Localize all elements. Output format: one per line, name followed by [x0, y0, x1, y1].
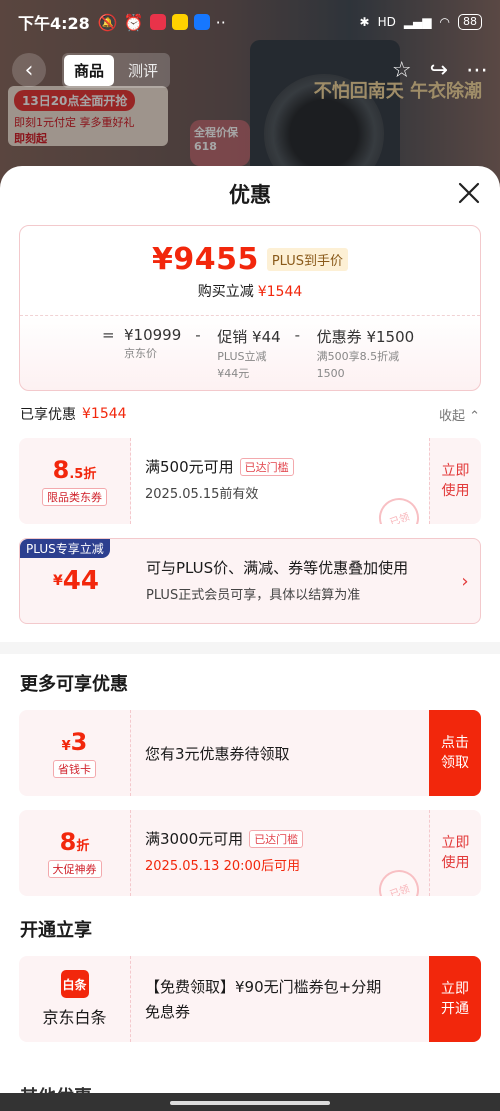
plus-reduction-card[interactable]: PLUS专享立减 ¥44 可与PLUS价、满减、券等优惠叠加使用 PLUS正式会… [19, 538, 481, 624]
chevron-up-icon: ⌃ [469, 408, 480, 424]
status-bar: 下午4:28 🔕 ⏰ ·· ✱ HD ▂▄▆ ◠ 88 [0, 0, 500, 44]
coupon-promo-8: 8折 大促神券 满3000元可用 已达门槛 2025.05.13 20:00后可用… [19, 810, 481, 896]
status-time: 下午4:28 [18, 14, 90, 33]
battery-indicator: 88 [458, 14, 482, 30]
app-icon-blue [193, 14, 210, 30]
price-summary-card: ¥9455 PLUS到手价 购买立减 ¥1544 = ¥10999 京东价 - 促… [19, 225, 481, 391]
product-tabs: 商品 测评 [62, 52, 171, 88]
breakdown-jd-price: ¥10999 京东价 [124, 326, 182, 360]
final-price: ¥9455 [151, 242, 259, 277]
share-icon[interactable]: ↪ [430, 58, 448, 83]
close-icon[interactable] [456, 180, 482, 206]
bluetooth-icon: ✱ [359, 15, 370, 29]
product-nav-bar: ‹ 商品 测评 ☆ ↪ ⋯ [12, 50, 488, 90]
app-icon-meituan [171, 14, 188, 30]
enjoyed-discount-row: 已享优惠 ¥1544 收起 ⌃ [20, 405, 480, 424]
app-icon-red [149, 14, 166, 30]
breakdown-coupon: 优惠券 ¥1500 满500享8.5折减 1500 [316, 328, 415, 380]
chevron-right-icon[interactable]: › [450, 539, 480, 623]
threshold-tag: 已达门槛 [239, 457, 294, 476]
home-indicator[interactable] [170, 1101, 330, 1105]
network-type: HD [377, 15, 396, 29]
use-coupon-button[interactable]: 立即 使用 [429, 438, 481, 524]
coupon-discount-85: 8.5折 限品类东券 满500元可用 已达门槛 2025.05.15前有效 已领 … [19, 438, 481, 524]
baitiao-card: 白条 京东白条 【免费领取】¥90无门槛券包+分期 免息券 立即 开通 [19, 956, 481, 1042]
bell-muted-icon: 🔕 [97, 12, 118, 32]
sheet-header: 优惠 [0, 166, 500, 222]
price-breakdown: = ¥10999 京东价 - 促销 ¥44 PLUS立减 ¥44元 - 优惠券 … [102, 326, 415, 380]
breakdown-promotion: 促销 ¥44 PLUS立减 ¥44元 [217, 328, 281, 380]
sheet-title: 优惠 [229, 183, 271, 207]
more-discounts-title: 更多可享优惠 [20, 674, 128, 695]
discount-sheet: 优惠 ¥9455 PLUS到手价 购买立减 ¥1544 = ¥10999 京东价 … [0, 166, 500, 1111]
alarm-icon: ⏰ [123, 12, 144, 32]
tab-review[interactable]: 测评 [118, 55, 168, 86]
baitiao-logo-icon: 白条 [60, 970, 89, 998]
open-baitiao-button[interactable]: 立即 开通 [429, 956, 481, 1042]
plus-exclusive-badge: PLUS专享立减 [20, 539, 110, 558]
wifi-icon: ◠ [439, 15, 450, 29]
threshold-tag: 已达门槛 [249, 829, 304, 848]
collapse-toggle[interactable]: 收起 ⌃ [439, 405, 480, 424]
signal-icon: ▂▄▆ [403, 15, 432, 29]
star-icon[interactable]: ☆ [392, 58, 412, 83]
navigation-bar [0, 1093, 500, 1111]
use-promo-coupon-button[interactable]: 立即 使用 [429, 810, 481, 896]
claim-coupon-button[interactable]: 点击 领取 [429, 710, 481, 796]
more-dots-icon: ·· [215, 12, 226, 32]
open-enjoy-title: 开通立享 [20, 920, 92, 941]
purchase-reduction: 购买立减 ¥1544 [197, 284, 303, 300]
more-icon[interactable]: ⋯ [466, 58, 488, 83]
tab-product[interactable]: 商品 [64, 54, 115, 86]
back-icon[interactable]: ‹ [12, 53, 46, 87]
plus-price-tag: PLUS到手价 [266, 248, 349, 271]
coupon-savings-card: ¥3 省钱卡 您有3元优惠券待领取 点击 领取 [19, 710, 481, 796]
